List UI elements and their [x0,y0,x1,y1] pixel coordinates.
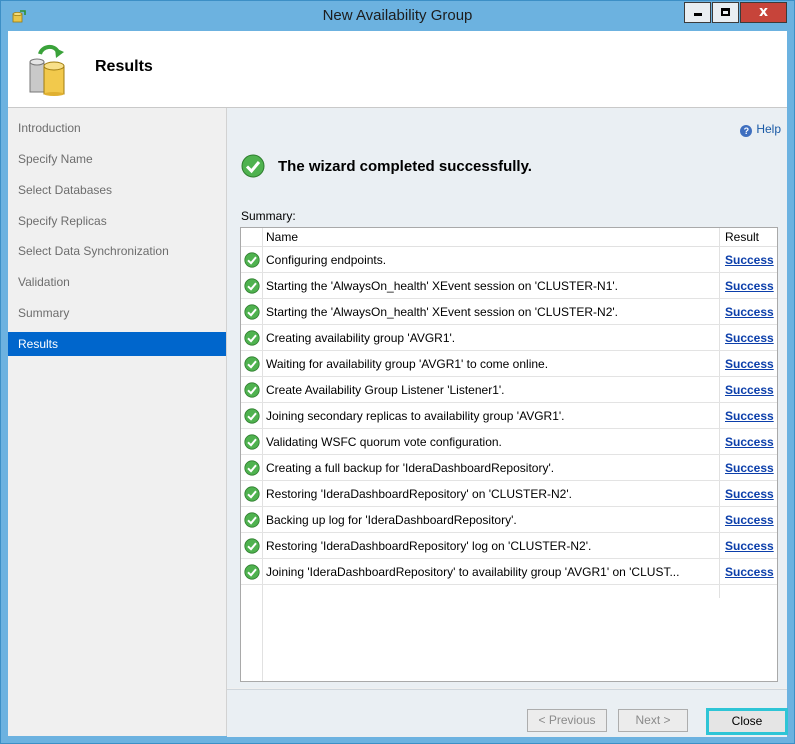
success-check-icon [244,486,260,502]
row-name: Restoring 'IderaDashboardRepository' on … [266,487,572,501]
success-check-icon [244,408,260,424]
nav-item-summary[interactable]: Summary [8,301,226,325]
result-link[interactable]: Success [725,435,774,449]
result-link[interactable]: Success [725,357,774,371]
column-header-result[interactable]: Result [725,230,759,244]
success-check-icon [244,564,260,580]
table-row[interactable]: Restoring 'IderaDashboardRepository' on … [241,481,777,507]
success-check-icon [244,460,260,476]
next-button[interactable]: Next > [618,709,688,732]
nav-item-select-data-synchronization[interactable]: Select Data Synchronization [8,239,226,263]
page-title: Results [95,58,153,75]
wizard-client-area: Results Introduction Specify Name Select… [8,31,788,737]
table-row[interactable]: Backing up log for 'IderaDashboardReposi… [241,507,777,533]
row-name: Create Availability Group Listener 'List… [266,383,505,397]
row-name: Creating availability group 'AVGR1'. [266,331,456,345]
help-link[interactable]: ? Help [740,122,781,137]
close-button[interactable]: Close [706,708,788,735]
table-row[interactable]: Configuring endpoints. Success [241,247,777,273]
wizard-navigation: Introduction Specify Name Select Databas… [8,108,227,736]
success-check-icon [241,154,265,178]
result-link[interactable]: Success [725,565,774,579]
table-header: Name Result [241,228,777,247]
completion-message: The wizard completed successfully. [278,158,532,175]
success-check-icon [244,356,260,372]
minimize-icon [694,13,702,16]
nav-item-introduction[interactable]: Introduction [8,116,226,140]
wizard-header: Results [8,31,787,108]
result-link[interactable]: Success [725,513,774,527]
wizard-footer: < Previous Next > Close [227,689,788,737]
table-row[interactable]: Waiting for availability group 'AVGR1' t… [241,351,777,377]
result-link[interactable]: Success [725,487,774,501]
title-bar[interactable]: New Availability Group x [1,1,794,31]
row-name: Waiting for availability group 'AVGR1' t… [266,357,549,371]
table-row[interactable]: Validating WSFC quorum vote configuratio… [241,429,777,455]
result-link[interactable]: Success [725,461,774,475]
success-check-icon [244,330,260,346]
table-row[interactable]: Starting the 'AlwaysOn_health' XEvent se… [241,273,777,299]
summary-label: Summary: [241,209,296,223]
row-name: Configuring endpoints. [266,253,387,267]
help-label: Help [756,122,781,136]
table-row[interactable]: Creating availability group 'AVGR1'. Succ… [241,325,777,351]
row-name: Starting the 'AlwaysOn_health' XEvent se… [266,305,618,319]
nav-item-specify-name[interactable]: Specify Name [8,147,226,171]
success-check-icon [244,382,260,398]
result-link[interactable]: Success [725,539,774,553]
wizard-window: New Availability Group x Results Introdu… [0,0,795,744]
nav-item-select-databases[interactable]: Select Databases [8,178,226,202]
results-table[interactable]: Name Result Configuring endpoints. Succes… [240,227,778,682]
row-name: Starting the 'AlwaysOn_health' XEvent se… [266,279,618,293]
column-header-name[interactable]: Name [266,230,298,244]
table-row[interactable]: Joining 'IderaDashboardRepository' to av… [241,559,777,585]
nav-item-validation[interactable]: Validation [8,270,226,294]
close-icon: x [758,4,769,20]
minimize-button[interactable] [684,2,711,23]
result-link[interactable]: Success [725,409,774,423]
window-title: New Availability Group [322,7,473,24]
success-check-icon [244,512,260,528]
table-row[interactable]: Creating a full backup for 'IderaDashboa… [241,455,777,481]
result-link[interactable]: Success [725,253,774,267]
previous-button[interactable]: < Previous [527,709,607,732]
table-row[interactable]: Restoring 'IderaDashboardRepository' log… [241,533,777,559]
result-link[interactable]: Success [725,305,774,319]
success-check-icon [244,434,260,450]
table-row[interactable]: Starting the 'AlwaysOn_health' XEvent se… [241,299,777,325]
nav-item-specify-replicas[interactable]: Specify Replicas [8,209,226,233]
table-row[interactable]: Joining secondary replicas to availabili… [241,403,777,429]
window-close-button[interactable]: x [740,2,787,23]
database-wizard-icon [29,45,65,96]
table-row[interactable]: Create Availability Group Listener 'List… [241,377,777,403]
maximize-icon [721,8,730,16]
row-name: Joining 'IderaDashboardRepository' to av… [266,565,680,579]
help-icon: ? [740,125,753,137]
success-check-icon [244,252,260,268]
success-check-icon [244,538,260,554]
success-check-icon [244,304,260,320]
row-name: Restoring 'IderaDashboardRepository' log… [266,539,592,553]
result-link[interactable]: Success [725,383,774,397]
maximize-button[interactable] [712,2,739,23]
row-name: Backing up log for 'IderaDashboardReposi… [266,513,517,527]
success-check-icon [244,278,260,294]
result-link[interactable]: Success [725,279,774,293]
nav-item-results[interactable]: Results [8,332,226,356]
row-name: Joining secondary replicas to availabili… [266,409,565,423]
row-name: Validating WSFC quorum vote configuratio… [266,435,502,449]
result-link[interactable]: Success [725,331,774,345]
row-name: Creating a full backup for 'IderaDashboa… [266,461,555,475]
results-panel: ? Help The wizard completed successfully.… [227,108,787,688]
